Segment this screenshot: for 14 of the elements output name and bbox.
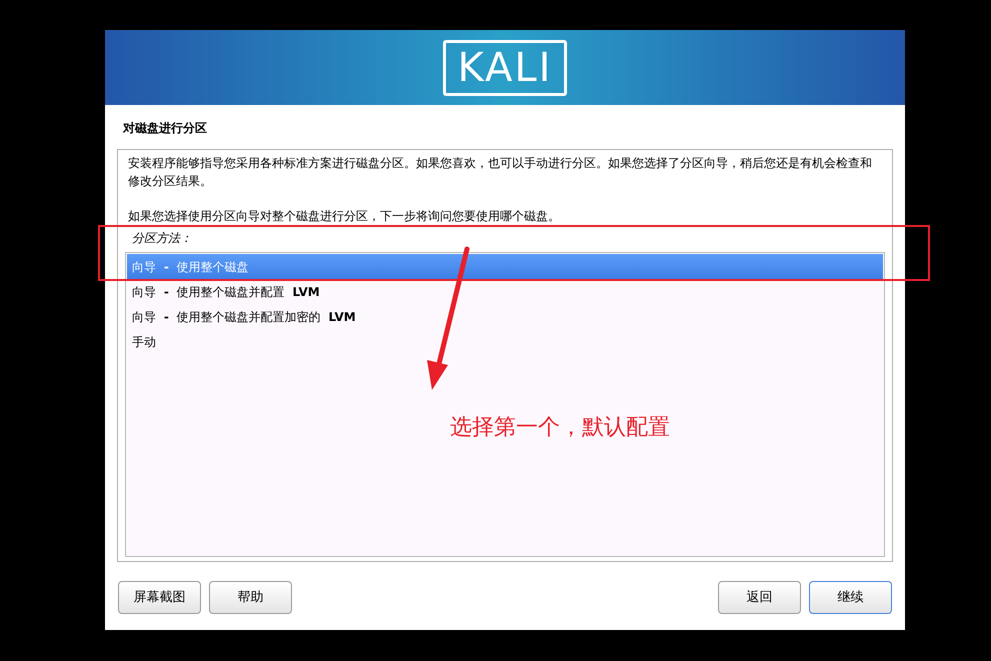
option-item[interactable]: 向导 - 使用整个磁盘并配置 LVM xyxy=(127,279,883,304)
list-label: 分区方法： xyxy=(132,230,193,247)
option-item[interactable]: 向导 - 使用整个磁盘并配置加密的 LVM xyxy=(127,304,883,329)
dialog-button[interactable]: 继续 xyxy=(809,581,892,614)
arrow-icon xyxy=(426,246,472,391)
description-text: 如果您选择使用分区向导对整个磁盘进行分区，下一步将询问您要使用哪个磁盘。 xyxy=(128,208,561,225)
dialog-button[interactable]: 返回 xyxy=(718,581,801,614)
description-text: 安装程序能够指导您采用各种标准方案进行磁盘分区。如果您喜欢，也可以手动进行分区。如果您选择了分区向导，稍后您还是有机会检查和修改分区结果。 xyxy=(128,155,873,190)
option-item[interactable]: 手动 xyxy=(127,329,883,354)
page-title: 对磁盘进行分区 xyxy=(123,120,208,135)
dialog-button[interactable]: 帮助 xyxy=(209,581,292,614)
dialog-button[interactable]: 屏幕截图 xyxy=(118,581,201,614)
logo: KALI xyxy=(442,40,568,96)
annotation-text: 选择第一个，默认配置 xyxy=(450,414,670,442)
